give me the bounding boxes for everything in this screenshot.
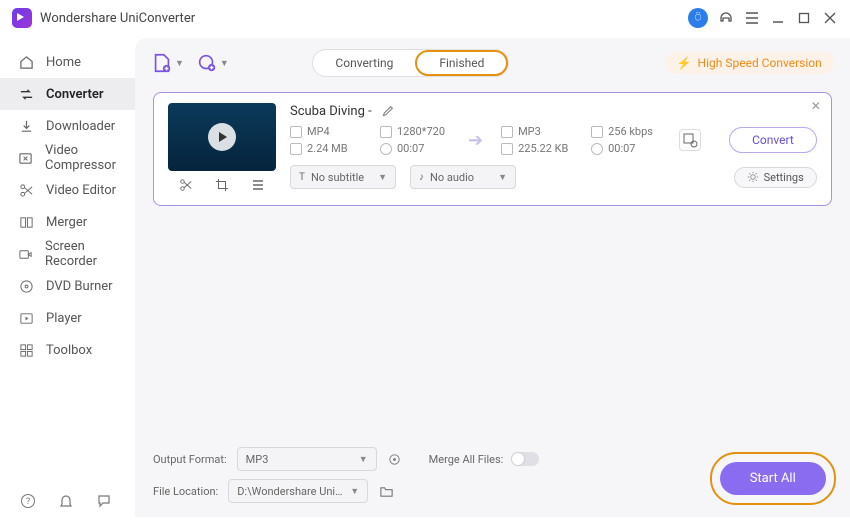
maximize-icon[interactable] xyxy=(796,10,812,26)
source-specs: MP4 1280*720 2.24 MB 00:07 xyxy=(290,125,450,155)
chevron-down-icon: ▼ xyxy=(220,58,229,69)
compressor-icon xyxy=(18,150,33,166)
sidebar-item-recorder[interactable]: Screen Recorder xyxy=(0,238,135,270)
trim-icon[interactable] xyxy=(178,177,194,193)
tab-finished[interactable]: Finished xyxy=(415,50,508,76)
scissors-icon xyxy=(18,182,34,198)
output-format-select[interactable]: MP3▼ xyxy=(237,447,377,471)
disc-icon xyxy=(18,278,34,294)
file-location-label: File Location: xyxy=(153,485,218,498)
file-card: ✕ Scuba Diving - xyxy=(153,92,832,206)
open-folder-icon[interactable] xyxy=(378,483,394,499)
sidebar-item-compressor[interactable]: Video Compressor xyxy=(0,142,135,174)
user-avatar[interactable]: ⍥ xyxy=(688,8,708,28)
close-icon[interactable] xyxy=(822,10,838,26)
sidebar-item-home[interactable]: Home xyxy=(0,46,135,78)
merge-label: Merge All Files: xyxy=(429,453,504,466)
file-title: Scuba Diving - xyxy=(290,104,372,119)
sidebar-item-label: Converter xyxy=(46,87,104,102)
high-speed-toggle[interactable]: ⚡ High Speed Conversion xyxy=(665,52,834,74)
add-file-button[interactable]: ▼ xyxy=(151,52,184,74)
bell-icon[interactable] xyxy=(58,493,74,509)
duration-icon xyxy=(591,143,603,155)
toolbox-icon xyxy=(18,342,34,358)
audio-icon: ♪ xyxy=(419,172,424,183)
sidebar-item-downloader[interactable]: Downloader xyxy=(0,110,135,142)
duration-icon xyxy=(380,143,392,155)
play-icon xyxy=(208,123,236,151)
sidebar-item-label: Video Editor xyxy=(46,183,116,198)
subtitle-icon: T xyxy=(299,172,305,183)
sidebar-item-label: Home xyxy=(46,55,81,70)
video-thumbnail[interactable] xyxy=(168,103,276,171)
support-icon[interactable] xyxy=(718,10,734,26)
arrow-icon: ➔ xyxy=(468,130,483,151)
download-icon xyxy=(18,118,34,134)
size-icon xyxy=(501,143,513,155)
output-preset-button[interactable] xyxy=(679,129,701,151)
sidebar: Home Converter Downloader Video Compress… xyxy=(0,36,135,523)
size-icon xyxy=(290,143,302,155)
recorder-icon xyxy=(18,246,33,262)
play-icon xyxy=(18,310,34,326)
merge-toggle[interactable] xyxy=(511,452,539,466)
svg-text:?: ? xyxy=(26,497,30,507)
sidebar-item-label: Merger xyxy=(46,215,87,230)
feedback-icon[interactable] xyxy=(96,493,112,509)
target-specs: MP3 256 kbps 225.22 KB 00:07 xyxy=(501,125,661,155)
convert-button[interactable]: Convert xyxy=(729,127,817,153)
start-all-button[interactable]: Start All xyxy=(720,462,826,495)
format-icon xyxy=(290,126,302,138)
settings-button[interactable]: Settings xyxy=(734,167,817,188)
app-logo xyxy=(12,8,32,28)
sidebar-item-label: Video Compressor xyxy=(45,143,117,173)
sidebar-item-toolbox[interactable]: Toolbox xyxy=(0,334,135,366)
audio-select[interactable]: ♪ No audio▼ xyxy=(410,165,516,189)
sidebar-item-converter[interactable]: Converter xyxy=(0,78,135,110)
file-location-select[interactable]: D:\Wondershare UniConverter▼ xyxy=(228,479,368,503)
format-icon xyxy=(501,126,513,138)
crop-icon[interactable] xyxy=(214,177,230,193)
start-all-highlight: Start All xyxy=(710,452,836,505)
sidebar-item-label: Player xyxy=(46,311,82,326)
sidebar-item-editor[interactable]: Video Editor xyxy=(0,174,135,206)
sidebar-item-label: Downloader xyxy=(46,119,115,134)
sidebar-item-label: DVD Burner xyxy=(46,279,113,294)
edit-icon[interactable] xyxy=(380,103,396,119)
merger-icon xyxy=(18,214,34,230)
sidebar-item-label: Screen Recorder xyxy=(45,239,117,269)
effects-icon[interactable] xyxy=(250,177,266,193)
bitrate-icon xyxy=(591,126,603,138)
gear-icon xyxy=(747,171,759,183)
resolution-icon xyxy=(380,126,392,138)
close-icon[interactable]: ✕ xyxy=(811,99,821,113)
sidebar-item-dvd[interactable]: DVD Burner xyxy=(0,270,135,302)
tab-converting[interactable]: Converting xyxy=(313,50,415,76)
sidebar-item-player[interactable]: Player xyxy=(0,302,135,334)
minimize-icon[interactable] xyxy=(770,10,786,26)
home-icon xyxy=(18,54,34,70)
sidebar-item-label: Toolbox xyxy=(46,343,92,358)
help-icon[interactable]: ? xyxy=(20,493,36,509)
converter-icon xyxy=(18,86,34,102)
add-url-button[interactable]: ▼ xyxy=(196,52,229,74)
output-settings-icon[interactable] xyxy=(387,451,403,467)
output-format-label: Output Format: xyxy=(153,453,227,466)
tab-group: Converting Finished xyxy=(312,49,509,77)
app-title: Wondershare UniConverter xyxy=(40,11,195,26)
menu-icon[interactable] xyxy=(744,10,760,26)
subtitle-select[interactable]: T No subtitle▼ xyxy=(290,165,396,189)
lightning-icon: ⚡ xyxy=(677,56,692,70)
sidebar-item-merger[interactable]: Merger xyxy=(0,206,135,238)
chevron-down-icon: ▼ xyxy=(175,58,184,69)
